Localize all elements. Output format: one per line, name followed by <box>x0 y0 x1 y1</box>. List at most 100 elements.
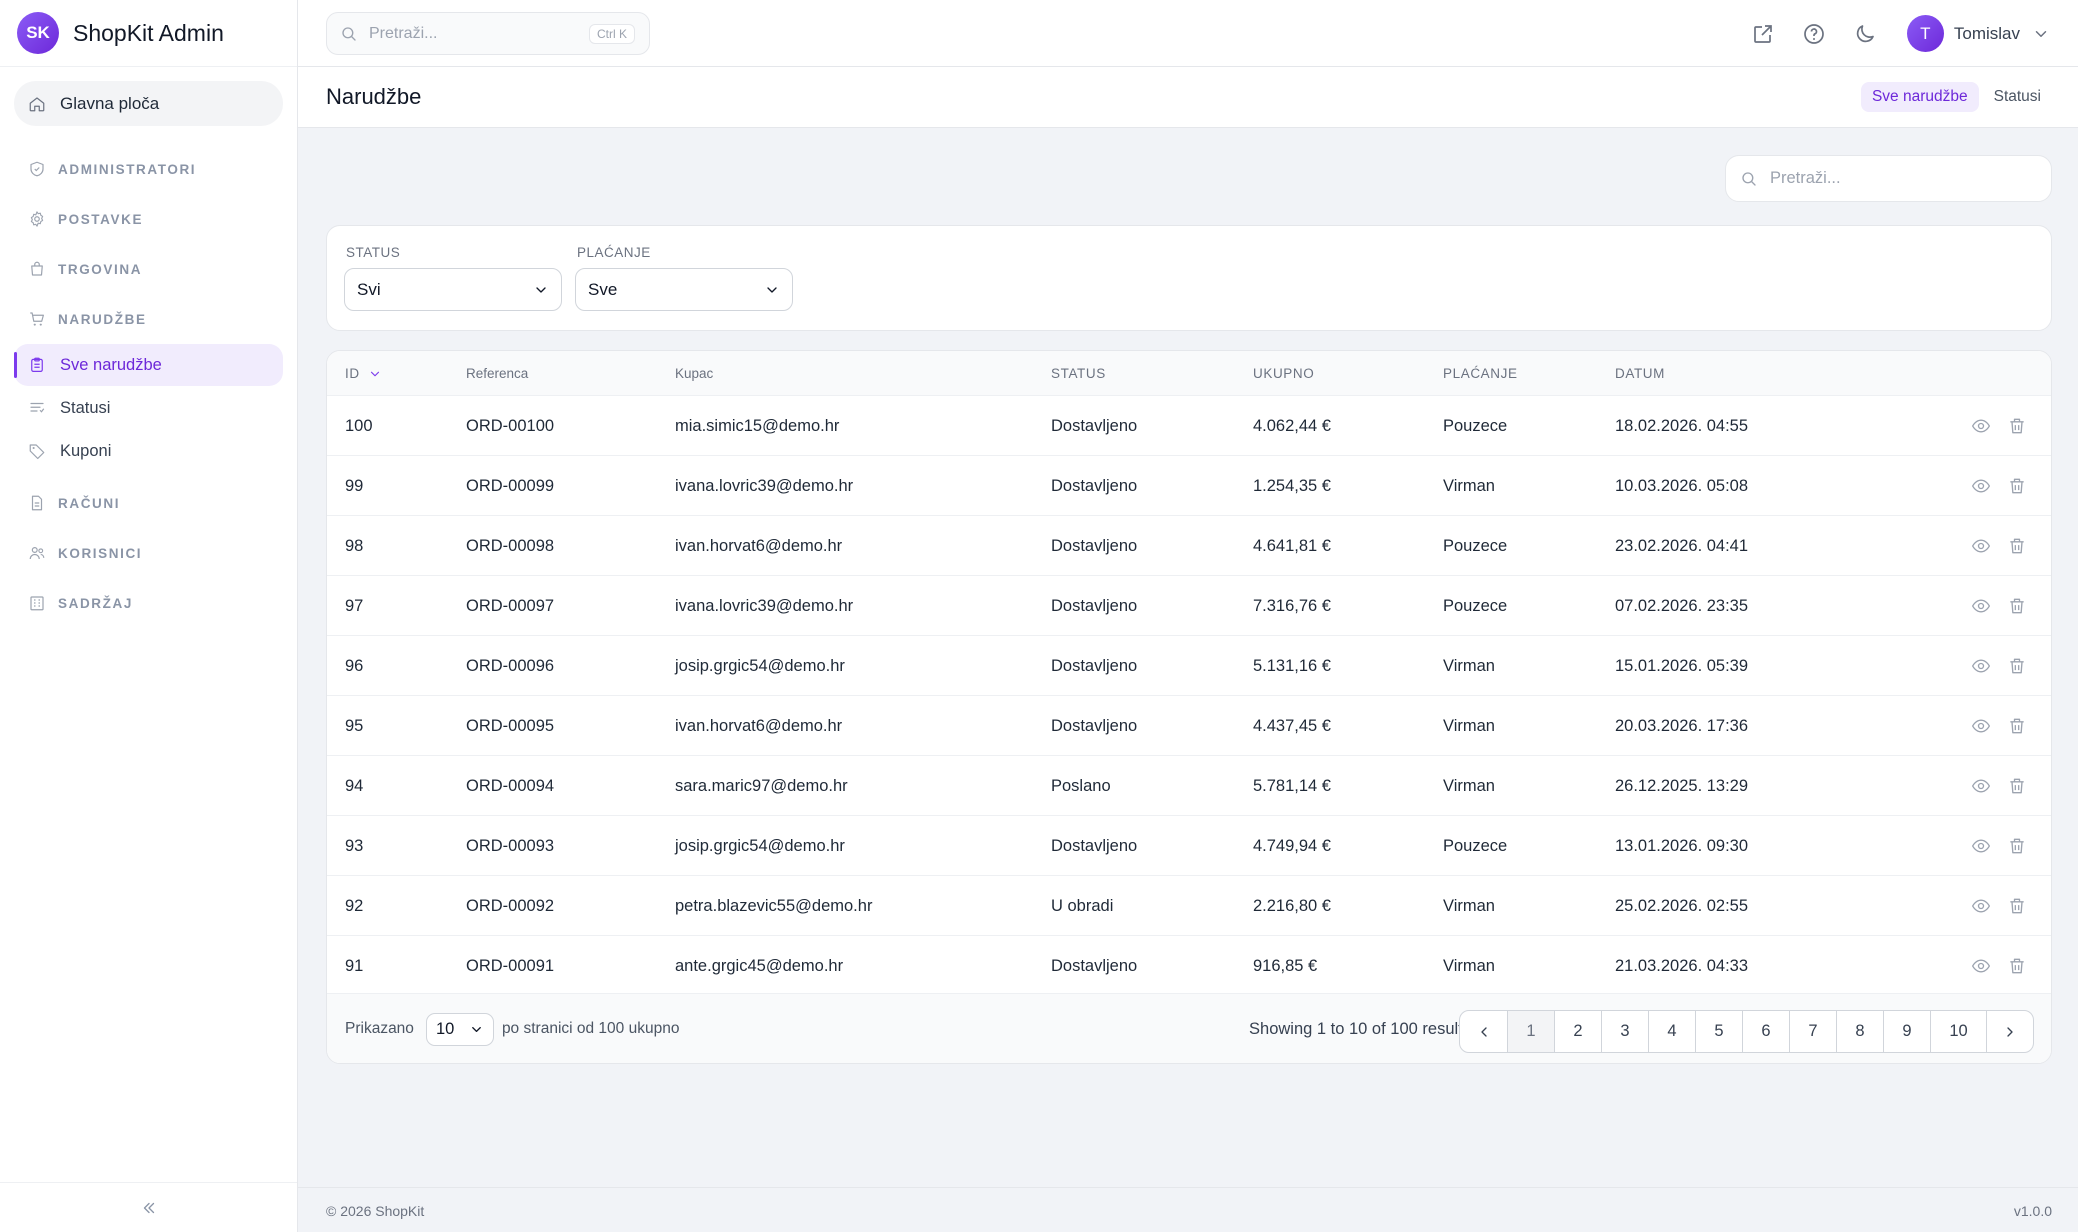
column-header-customer[interactable]: Kupac <box>675 351 713 396</box>
eye-icon[interactable] <box>1971 536 1991 556</box>
table-row[interactable]: 92 ORD-00092 petra.blazevic55@demo.hr U obr… <box>327 876 2051 936</box>
pagination-page-button[interactable]: 3 <box>1601 1011 1648 1052</box>
trash-icon[interactable] <box>2007 416 2027 436</box>
trash-icon[interactable] <box>2007 656 2027 676</box>
pagination-page-button[interactable]: 5 <box>1695 1011 1742 1052</box>
tag-icon <box>28 442 46 460</box>
status-filter-select[interactable]: Svi <box>344 268 562 311</box>
payment-filter-select[interactable]: Sve <box>575 268 793 311</box>
tab-all-orders[interactable]: Sve narudžbe <box>1860 82 1979 112</box>
sidebar-section-settings[interactable]: POSTAVKE <box>14 194 283 244</box>
pagination-page-button[interactable]: 9 <box>1883 1011 1930 1052</box>
order-customer: sara.maric97@demo.hr <box>675 776 848 795</box>
order-status: Dostavljeno <box>1051 956 1138 975</box>
tab-statuses[interactable]: Statusi <box>1983 82 2052 112</box>
order-payment: Virman <box>1443 656 1495 675</box>
home-icon <box>28 95 46 113</box>
pagination-page-button[interactable]: 10 <box>1930 1011 1986 1052</box>
eye-icon[interactable] <box>1971 896 1991 916</box>
eye-icon[interactable] <box>1971 836 1991 856</box>
trash-icon[interactable] <box>2007 896 2027 916</box>
column-header-payment[interactable]: PLAĆANJE <box>1443 351 1518 396</box>
table-row[interactable]: 98 ORD-00098 ivan.horvat6@demo.hr Dostavlje… <box>327 516 2051 576</box>
table-row[interactable]: 99 ORD-00099 ivana.lovric39@demo.hr Dostavl… <box>327 456 2051 516</box>
brand[interactable]: SK ShopKit Admin <box>0 0 297 67</box>
order-id: 99 <box>345 476 364 495</box>
order-date: 23.02.2026. 04:41 <box>1615 536 1749 555</box>
pagination-page-button[interactable]: 8 <box>1836 1011 1883 1052</box>
sidebar-item-all-orders[interactable]: Sve narudžbe <box>14 344 283 386</box>
help-icon[interactable] <box>1802 22 1826 46</box>
chevron-left-icon <box>1476 1024 1492 1040</box>
order-date: 15.01.2026. 05:39 <box>1615 656 1749 675</box>
page-title: Narudžbe <box>326 84 422 109</box>
pagination-page-button[interactable]: 7 <box>1789 1011 1836 1052</box>
trash-icon[interactable] <box>2007 836 2027 856</box>
column-header-total[interactable]: UKUPNO <box>1253 351 1314 396</box>
table-row[interactable]: 95 ORD-00095 ivan.horvat6@demo.hr Dostavlje… <box>327 696 2051 756</box>
sidebar-section-label: SADRŽAJ <box>58 595 133 611</box>
sidebar-item-dashboard[interactable]: Glavna ploča <box>14 81 283 126</box>
order-id: 96 <box>345 656 364 675</box>
trash-icon[interactable] <box>2007 716 2027 736</box>
table-row[interactable]: 96 ORD-00096 josip.grgic54@demo.hr Dostavlj… <box>327 636 2051 696</box>
table-row[interactable]: 100 ORD-00100 mia.simic15@demo.hr Dostavlje… <box>327 396 2051 456</box>
order-status: Poslano <box>1051 776 1111 795</box>
order-total: 5.781,14 € <box>1253 776 1331 795</box>
order-customer: mia.simic15@demo.hr <box>675 416 840 435</box>
order-customer: petra.blazevic55@demo.hr <box>675 896 873 915</box>
eye-icon[interactable] <box>1971 476 1991 496</box>
order-reference: ORD-00097 <box>466 596 555 615</box>
trash-icon[interactable] <box>2007 776 2027 796</box>
sidebar-item-coupons[interactable]: Kuponi <box>14 430 283 472</box>
trash-icon[interactable] <box>2007 476 2027 496</box>
pagination-page-button[interactable]: 4 <box>1648 1011 1695 1052</box>
trash-icon[interactable] <box>2007 596 2027 616</box>
collapse-sidebar-button[interactable] <box>0 1182 297 1232</box>
external-link-icon[interactable] <box>1751 22 1775 46</box>
eye-icon[interactable] <box>1971 416 1991 436</box>
column-header-status[interactable]: STATUS <box>1051 351 1106 396</box>
eye-icon[interactable] <box>1971 716 1991 736</box>
order-status: Dostavljeno <box>1051 836 1138 855</box>
pagination-page-button[interactable]: 2 <box>1554 1011 1601 1052</box>
sidebar-section-administrators[interactable]: ADMINISTRATORI <box>14 144 283 194</box>
eye-icon[interactable] <box>1971 656 1991 676</box>
column-header-id[interactable]: ID <box>345 351 382 396</box>
eye-icon[interactable] <box>1971 776 1991 796</box>
user-menu[interactable]: T Tomislav <box>1906 15 2050 52</box>
sidebar-section-content[interactable]: SADRŽAJ <box>14 578 283 628</box>
sidebar-item-statuses[interactable]: Statusi <box>14 387 283 429</box>
trash-icon[interactable] <box>2007 956 2027 976</box>
moon-icon[interactable] <box>1853 22 1877 46</box>
table-row[interactable]: 97 ORD-00097 ivana.lovric39@demo.hr Dostavl… <box>327 576 2051 636</box>
order-reference: ORD-00095 <box>466 716 555 735</box>
table-row[interactable]: 94 ORD-00094 sara.maric97@demo.hr Poslano 5.… <box>327 756 2051 816</box>
pagination-page-button[interactable]: 6 <box>1742 1011 1789 1052</box>
pagination-prev-button[interactable] <box>1460 1011 1507 1052</box>
eye-icon[interactable] <box>1971 956 1991 976</box>
sidebar-section-shop[interactable]: TRGOVINA <box>14 244 283 294</box>
sidebar-section-orders[interactable]: NARUDŽBE <box>14 294 283 344</box>
column-header-date[interactable]: DATUM <box>1615 351 1665 396</box>
pagination-next-button[interactable] <box>1986 1011 2033 1052</box>
order-reference: ORD-00098 <box>466 536 555 555</box>
sidebar-section-invoices[interactable]: RAČUNI <box>14 478 283 528</box>
global-search-input[interactable]: Pretraži... Ctrl K <box>326 12 650 55</box>
search-icon <box>340 25 358 43</box>
order-status: Dostavljeno <box>1051 716 1138 735</box>
orders-search-input[interactable]: Pretraži... <box>1725 155 2052 202</box>
table-row[interactable]: 91 ORD-00091 ante.grgic45@demo.hr Dostavlje… <box>327 936 2051 996</box>
eye-icon[interactable] <box>1971 596 1991 616</box>
order-reference: ORD-00100 <box>466 416 555 435</box>
chevron-down-icon <box>469 1022 484 1037</box>
column-header-reference[interactable]: Referenca <box>466 351 528 396</box>
sidebar-item-label: Glavna ploča <box>60 93 160 113</box>
table-row[interactable]: 93 ORD-00093 josip.grgic54@demo.hr Dostavlj… <box>327 816 2051 876</box>
order-status: Dostavljeno <box>1051 596 1138 615</box>
pagination-page-button[interactable]: 1 <box>1507 1011 1554 1052</box>
per-page-select[interactable]: 10 <box>425 1012 494 1046</box>
sidebar-section-users[interactable]: KORISNICI <box>14 528 283 578</box>
order-customer: ivan.horvat6@demo.hr <box>675 536 843 555</box>
trash-icon[interactable] <box>2007 536 2027 556</box>
